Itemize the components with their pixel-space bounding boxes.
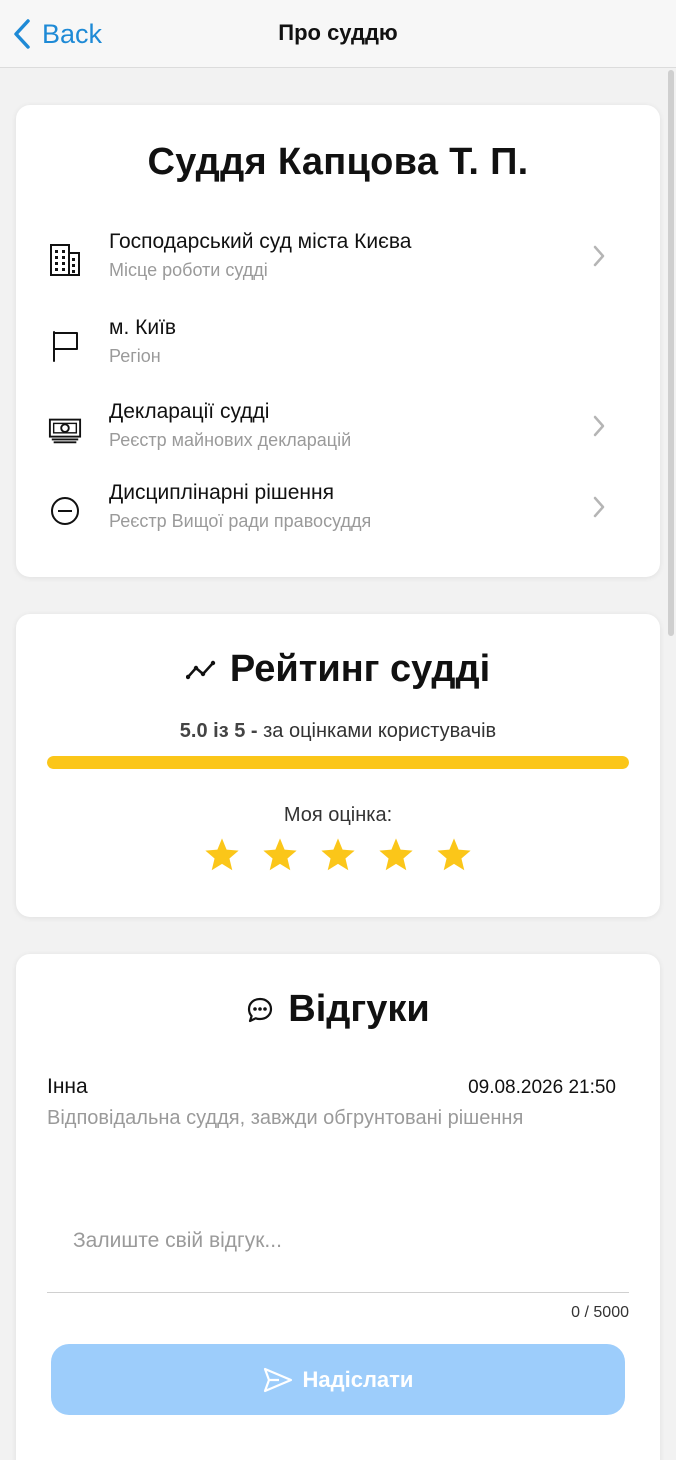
chat-bubble-icon — [248, 997, 273, 1022]
workplace-title: Господарський суд міста Києва — [109, 230, 412, 253]
disciplinary-row[interactable]: Дисциплінарні рішення Реєстр Вищої ради … — [16, 481, 660, 551]
scrollbar[interactable] — [668, 70, 674, 1460]
rating-progress-bar — [47, 756, 629, 769]
review-input[interactable] — [47, 1209, 629, 1293]
rating-score-suffix: за оцінками користувачів — [263, 720, 497, 742]
reviews-heading: Відгуки — [16, 988, 660, 1031]
region-subtitle: Регіон — [109, 346, 161, 366]
rating-summary: 5.0 із 5 - за оцінками користувачів — [16, 720, 660, 743]
disciplinary-title: Дисциплінарні рішення — [109, 481, 334, 504]
my-rating-label: Моя оцінка: — [283, 804, 393, 826]
scrollbar-thumb[interactable] — [668, 70, 674, 636]
workplace-row[interactable]: Господарський суд міста Києва Місце робо… — [16, 230, 660, 300]
navigation-header: Back Про суддю — [0, 0, 676, 68]
star-icon[interactable] — [203, 836, 241, 874]
star-icon[interactable] — [261, 836, 299, 874]
declarations-row[interactable]: Декларації судді Реєстр майнових деклара… — [16, 400, 660, 470]
my-rating-stars[interactable] — [16, 836, 660, 874]
star-icon[interactable] — [319, 836, 357, 874]
rating-score: 5.0 із 5 - — [179, 720, 258, 742]
reviews-title: Відгуки — [288, 988, 430, 1030]
rating-progress-fill — [47, 756, 629, 769]
rating-card: Рейтинг судді 5.0 із 5 - за оцінками кор… — [16, 614, 660, 917]
minus-circle-icon — [48, 493, 82, 529]
flag-icon — [48, 328, 82, 364]
trend-line-icon — [185, 660, 216, 679]
region-row: м. Київ Регіон — [16, 316, 660, 386]
region-title: м. Київ — [109, 316, 177, 339]
star-icon[interactable] — [377, 836, 415, 874]
chevron-right-icon — [593, 496, 605, 518]
declarations-title: Декларації судді — [109, 400, 270, 423]
workplace-subtitle: Місце роботи судді — [109, 260, 268, 280]
reviews-card: Відгуки Інна 09.08.2026 21:50 Відповідал… — [16, 954, 660, 1460]
page-title: Про суддю — [278, 20, 398, 45]
chevron-right-icon — [593, 245, 605, 267]
judge-name: Суддя Капцова Т. П. — [147, 141, 529, 183]
char-counter: 0 / 5000 — [571, 1304, 629, 1321]
rating-title: Рейтинг судді — [229, 648, 491, 690]
judge-info-card: Суддя Капцова Т. П. Господарський суд мі… — [16, 105, 660, 577]
send-label: Надіслати — [302, 1366, 414, 1392]
disciplinary-subtitle: Реєстр Вищої ради правосуддя — [109, 511, 372, 531]
rating-heading: Рейтинг судді — [16, 648, 660, 691]
chevron-right-icon — [593, 415, 605, 437]
review-text: Відповідальна суддя, завжди обгрунтовані… — [47, 1107, 524, 1129]
building-icon — [48, 242, 82, 278]
review-author: Інна — [47, 1075, 88, 1098]
review-date: 09.08.2026 21:50 — [468, 1077, 616, 1098]
send-icon — [263, 1367, 292, 1392]
money-icon — [48, 412, 82, 448]
declarations-subtitle: Реєстр майнових декларацій — [109, 430, 352, 450]
send-button[interactable]: Надіслати — [51, 1344, 625, 1415]
star-icon[interactable] — [435, 836, 473, 874]
